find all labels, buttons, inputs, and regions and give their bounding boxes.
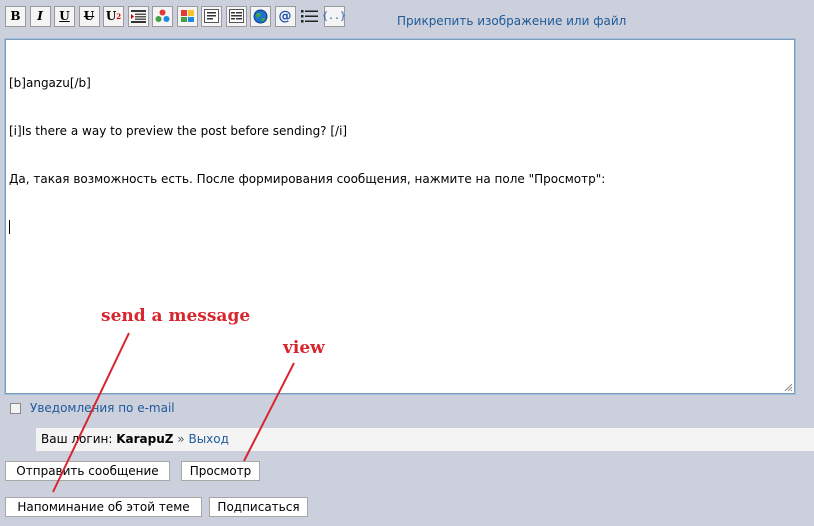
send-arrow-line <box>52 332 130 493</box>
view-arrow-line <box>243 362 295 462</box>
annotation-arrows <box>52 332 295 493</box>
